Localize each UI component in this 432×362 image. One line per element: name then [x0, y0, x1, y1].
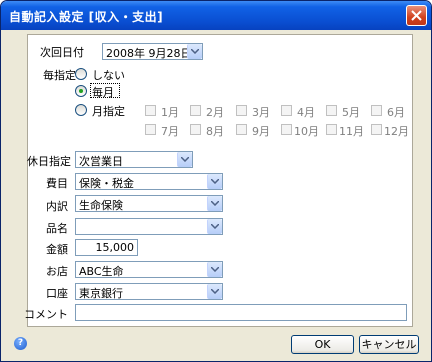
expense-item-value: 保険・税金 — [79, 177, 134, 190]
help-glyph: ? — [17, 338, 24, 348]
close-icon — [411, 10, 422, 21]
expense-item-select[interactable]: 保険・税金 — [75, 173, 223, 190]
month-label-12: 12月 — [384, 125, 409, 138]
cancel-button-label: キャンセル — [361, 338, 417, 351]
radio-month-specify[interactable] — [75, 104, 87, 116]
account-select[interactable]: 東京銀行 — [75, 283, 223, 300]
radio-none-label: しない — [92, 69, 125, 82]
amount-input[interactable]: 15,000 — [75, 239, 138, 256]
expense-item-label: 費目 — [46, 177, 68, 190]
month-checkbox-8[interactable] — [190, 124, 201, 135]
dropdown-arrow — [207, 196, 222, 211]
shop-value: ABC生命 — [79, 265, 124, 278]
radio-selected-dot — [79, 89, 83, 93]
month-checkbox-6[interactable] — [371, 105, 382, 116]
month-label-11: 11月 — [339, 125, 364, 138]
product-name-select[interactable] — [75, 218, 223, 235]
holiday-select[interactable]: 次営業日 — [75, 151, 193, 168]
month-label-7: 7月 — [161, 125, 179, 138]
holiday-value: 次営業日 — [79, 155, 123, 168]
breakdown-select[interactable]: 生命保険 — [75, 195, 223, 212]
dropdown-arrow — [207, 262, 222, 277]
dialog-window: 自動記入設定 [収入・支出] 次回日付 2008年 9月28日 毎指定 しない … — [0, 0, 432, 362]
month-checkbox-5[interactable] — [326, 105, 337, 116]
comment-label: コメント — [24, 308, 68, 321]
frequency-label: 毎指定 — [43, 69, 76, 82]
settings-panel: 次回日付 2008年 9月28日 毎指定 しない 毎月 月指定 1月 2月 3月… — [24, 34, 413, 327]
holiday-label: 休日指定 — [27, 155, 71, 168]
month-checkbox-9[interactable] — [236, 124, 247, 135]
dropdown-arrow — [207, 219, 222, 234]
month-label-1: 1月 — [161, 106, 179, 119]
month-label-8: 8月 — [206, 125, 224, 138]
radio-monthly[interactable] — [75, 85, 87, 97]
month-label-5: 5月 — [342, 106, 360, 119]
dropdown-arrow — [207, 284, 222, 299]
ok-button[interactable]: OK — [291, 335, 354, 354]
month-checkbox-7[interactable] — [145, 124, 156, 135]
amount-value: 15,000 — [95, 241, 135, 254]
shop-select[interactable]: ABC生命 — [75, 261, 223, 278]
radio-none[interactable] — [75, 68, 87, 80]
month-checkbox-11[interactable] — [326, 124, 337, 135]
cancel-button[interactable]: キャンセル — [359, 335, 419, 354]
breakdown-value: 生命保険 — [79, 199, 123, 212]
dropdown-arrow — [177, 152, 192, 167]
next-date-value: 2008年 9月28日 — [106, 47, 192, 60]
dropdown-arrow — [207, 174, 222, 189]
month-checkbox-4[interactable] — [281, 105, 292, 116]
comment-input[interactable] — [75, 304, 407, 321]
month-label-2: 2月 — [206, 106, 224, 119]
shop-label: お店 — [46, 265, 68, 278]
month-label-3: 3月 — [252, 106, 270, 119]
account-value: 東京銀行 — [79, 287, 123, 300]
month-checkbox-10[interactable] — [281, 124, 292, 135]
month-label-4: 4月 — [297, 106, 315, 119]
ok-button-label: OK — [314, 338, 331, 351]
month-checkbox-1[interactable] — [145, 105, 156, 116]
window-title: 自動記入設定 [収入・支出] — [9, 10, 164, 24]
month-checkbox-2[interactable] — [190, 105, 201, 116]
month-checkbox-3[interactable] — [236, 105, 247, 116]
dropdown-arrow — [187, 44, 202, 59]
next-date-label: 次回日付 — [40, 46, 84, 59]
account-label: 口座 — [46, 287, 68, 300]
month-label-10: 10月 — [294, 125, 319, 138]
breakdown-label: 内訳 — [46, 200, 68, 213]
radio-month-specify-label: 月指定 — [92, 105, 125, 118]
title-bar: 自動記入設定 [収入・支出] — [1, 1, 431, 30]
help-icon[interactable]: ? — [14, 337, 27, 350]
radio-monthly-label: 毎月 — [92, 86, 114, 99]
next-date-picker[interactable]: 2008年 9月28日 — [102, 43, 203, 60]
month-label-6: 6月 — [387, 106, 405, 119]
product-name-label: 品名 — [46, 222, 68, 235]
month-checkbox-12[interactable] — [371, 124, 382, 135]
month-label-9: 9月 — [252, 125, 270, 138]
close-button[interactable] — [406, 5, 427, 26]
amount-label: 金額 — [46, 243, 68, 256]
